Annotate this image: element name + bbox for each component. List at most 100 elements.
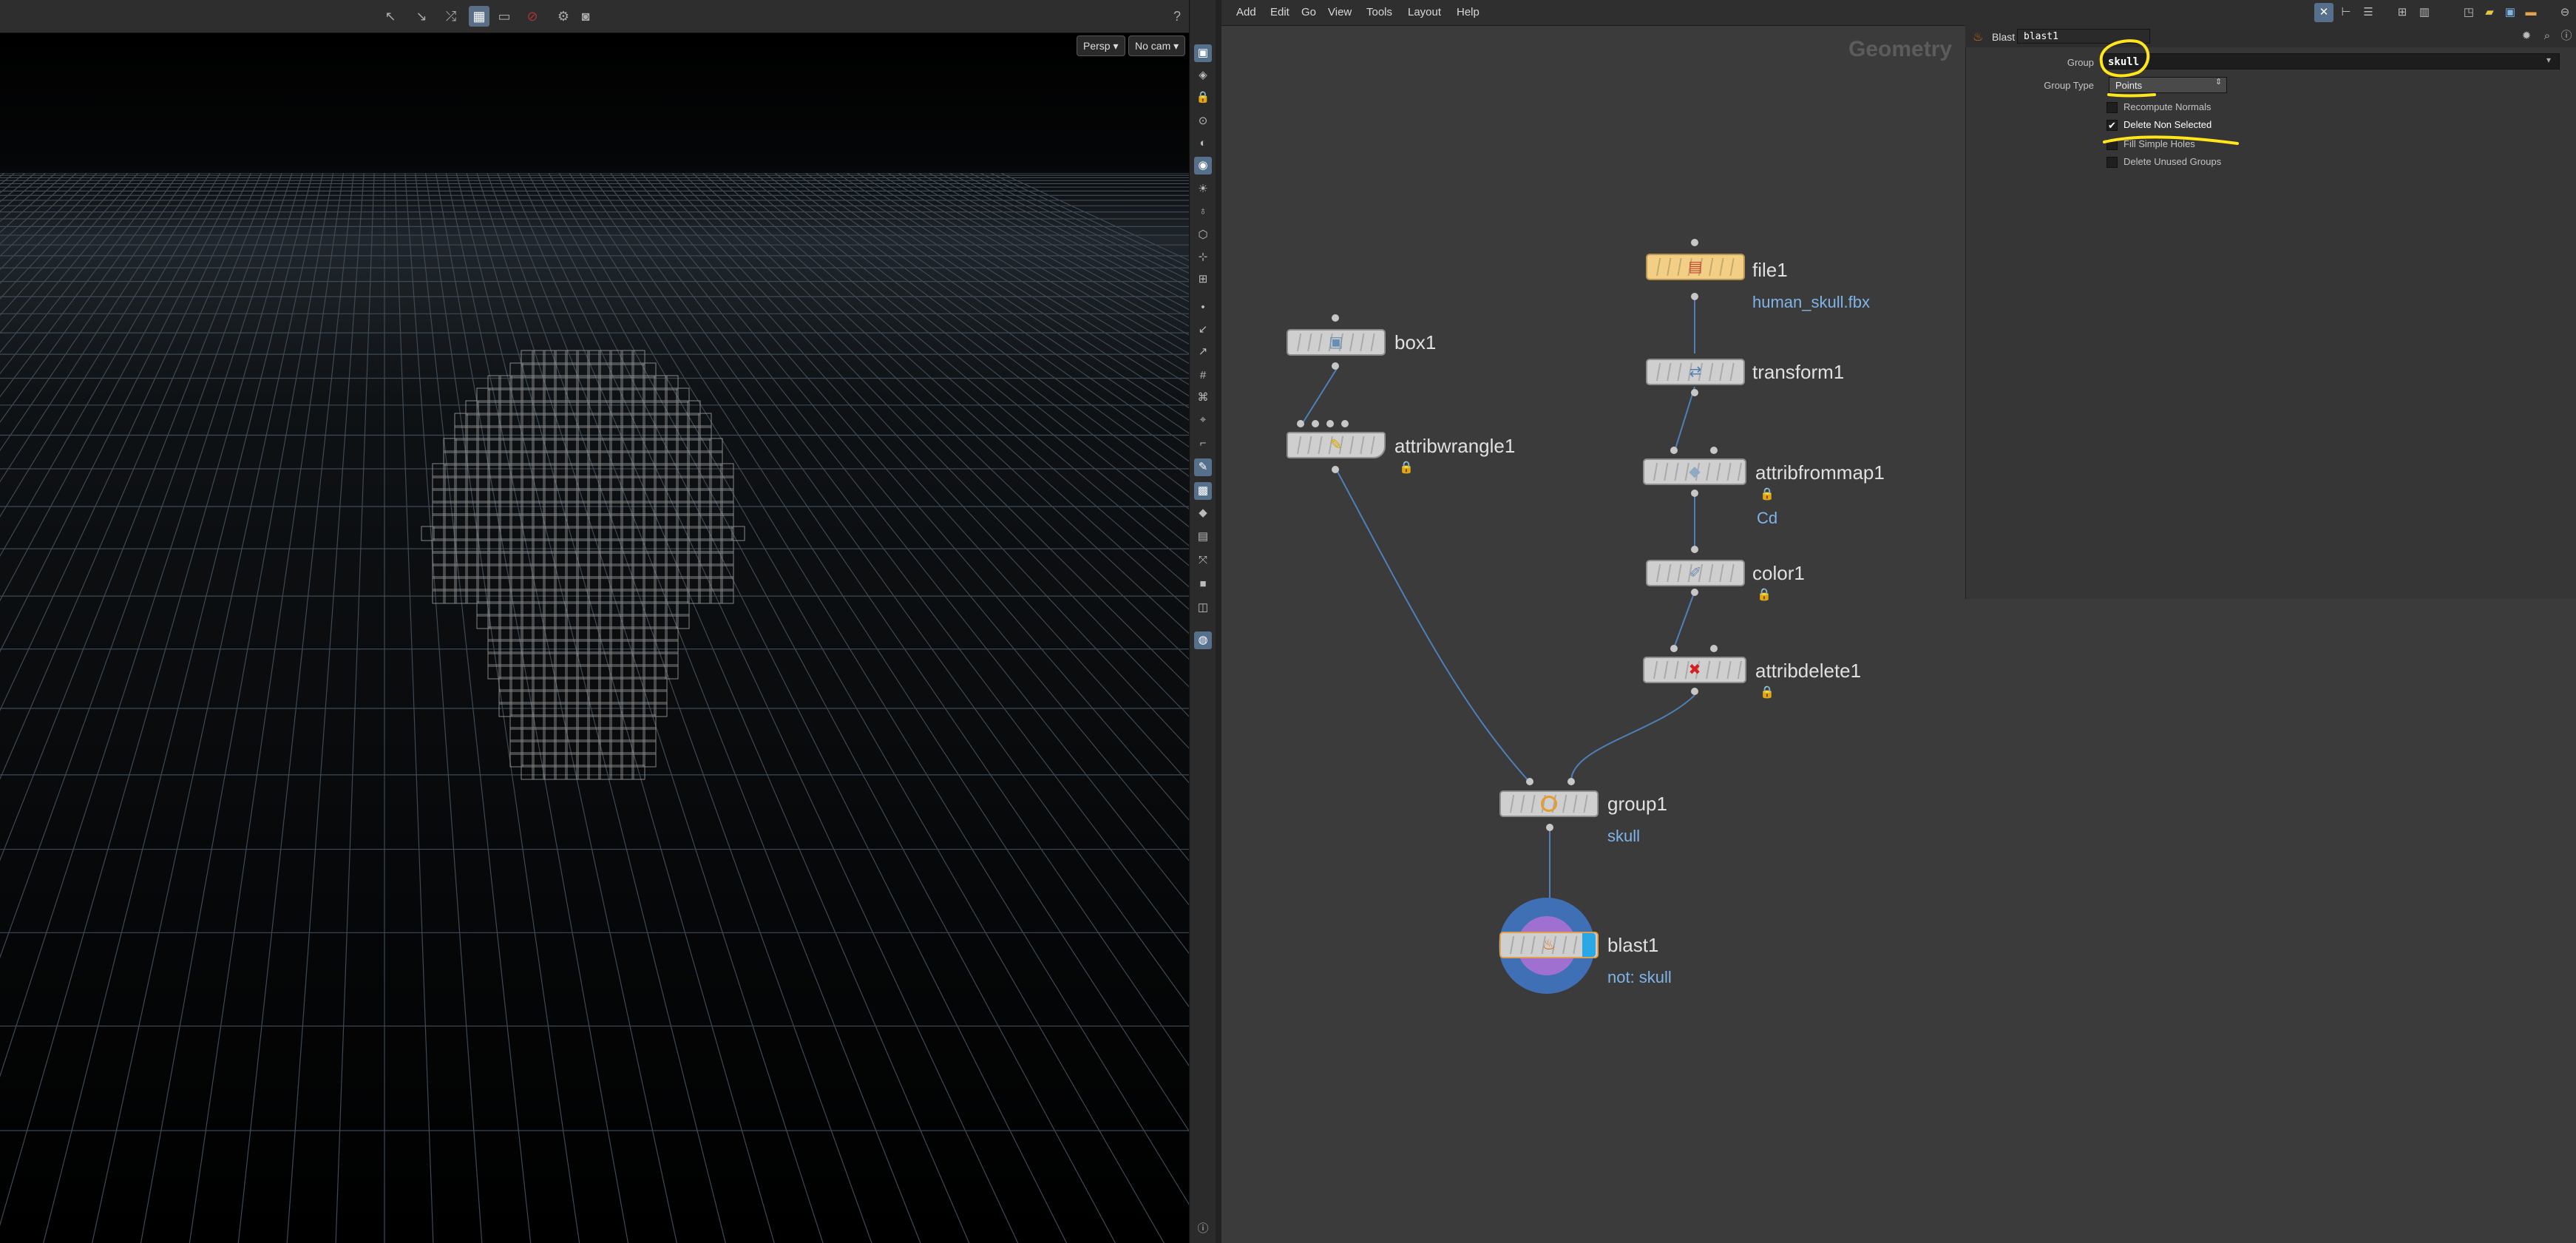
node-transform1[interactable]: ⇄ xyxy=(1646,359,1745,385)
ghost-icon[interactable]: ◉ xyxy=(1194,157,1212,175)
delete-unused-groups-checkbox[interactable] xyxy=(2106,157,2118,168)
input-port[interactable] xyxy=(1670,645,1678,652)
number-icon[interactable]: # xyxy=(1194,367,1212,385)
blast-icon: ♨ xyxy=(1973,31,1984,44)
window-icon[interactable]: ◳ xyxy=(2459,3,2478,22)
pane-splitter[interactable] xyxy=(1216,0,1221,1243)
snapshot-icon[interactable]: ◙ xyxy=(575,6,596,27)
output-port[interactable] xyxy=(1691,589,1698,596)
input-port[interactable] xyxy=(1691,546,1698,553)
lock-icon[interactable]: 🔒 xyxy=(1194,89,1212,106)
input-port[interactable] xyxy=(1332,314,1339,322)
input-port[interactable] xyxy=(1691,239,1698,246)
shader-ball-icon[interactable]: ◍ xyxy=(1194,631,1212,649)
tree-view-icon[interactable]: ⊢ xyxy=(2336,3,2356,22)
output-port[interactable] xyxy=(1691,688,1698,695)
transform-handle-icon[interactable]: ⤮ xyxy=(441,6,461,27)
input-port[interactable] xyxy=(1526,778,1533,785)
normal-icon[interactable]: ↙ xyxy=(1194,321,1212,339)
output-port[interactable] xyxy=(1691,490,1698,497)
note-icon[interactable]: ▰ xyxy=(2480,3,2499,22)
scene-viewport[interactable]: ↖ ↘ ⤮ ▦ ▭ ⊘ ⚙ ◙ ? Persp ▾ No cam ▾ xyxy=(0,0,1189,1243)
camera-icon[interactable]: ◈ xyxy=(1194,67,1212,84)
node-comment: not: skull xyxy=(1607,968,1672,986)
gear-icon[interactable]: ✹ xyxy=(2517,27,2536,46)
network-editor-right[interactable] xyxy=(1965,599,2576,1243)
viewport-toolbar: ↖ ↘ ⤮ ▦ ▭ ⊘ ⚙ ◙ ? xyxy=(0,0,1189,33)
output-port[interactable] xyxy=(1546,824,1553,831)
input-port[interactable] xyxy=(1297,420,1304,427)
output-port[interactable] xyxy=(1332,466,1339,473)
pin-icon[interactable]: ⊙ xyxy=(1194,112,1212,130)
image-icon[interactable]: ▣ xyxy=(2501,3,2520,22)
uv-icon[interactable]: ▤ xyxy=(1194,528,1212,546)
group-icon xyxy=(1538,794,1560,813)
bone-icon[interactable]: ⤧ xyxy=(1194,552,1212,569)
node-attribwrangle1[interactable]: ✎ xyxy=(1287,432,1386,458)
grid-view-icon[interactable]: ⊞ xyxy=(2393,3,2412,22)
output-port[interactable] xyxy=(1691,293,1698,300)
xray-icon[interactable]: ▩ xyxy=(1194,482,1212,500)
wrench-icon[interactable]: ✕ xyxy=(2314,3,2333,22)
search-icon[interactable]: ⌕ xyxy=(2538,27,2557,46)
display-flag[interactable] xyxy=(1582,933,1596,957)
guide-icon[interactable]: ⌖ xyxy=(1194,411,1212,429)
output-port[interactable] xyxy=(1332,362,1339,370)
grid-snap-icon[interactable]: ▦ xyxy=(469,6,489,27)
shading-icon[interactable]: ◐ xyxy=(1194,135,1212,152)
help-icon[interactable]: ⓘ xyxy=(2557,27,2576,46)
render-icon[interactable]: ◫ xyxy=(1194,599,1212,617)
node-box1[interactable]: ▣ xyxy=(1287,329,1386,356)
viewport-layout-icon[interactable]: ▣ xyxy=(1194,44,1212,62)
light-bulb-icon[interactable]: ♁ xyxy=(1194,203,1212,220)
node-attribfrommap1[interactable]: ◆ xyxy=(1643,458,1746,485)
list-view-icon[interactable]: ☰ xyxy=(2359,3,2378,22)
ruler-icon[interactable]: ⌐ xyxy=(1194,435,1212,453)
group-type-label: Group Type xyxy=(2044,80,2094,91)
dropdown-arrow-icon[interactable]: ▾ xyxy=(2546,55,2551,65)
wireframe-icon[interactable]: ✎ xyxy=(1194,458,1212,476)
input-port[interactable] xyxy=(1710,645,1718,652)
camera-icon[interactable]: ⚙ xyxy=(553,6,574,27)
node-color1[interactable]: ✐ xyxy=(1646,560,1745,586)
node-label: box1 xyxy=(1394,331,1437,353)
node-group1[interactable] xyxy=(1499,790,1599,817)
display-icon[interactable]: ▭ xyxy=(494,6,515,27)
settings-icon[interactable]: ⊖ xyxy=(2555,3,2575,22)
node-label: group1 xyxy=(1607,793,1667,815)
node-file1[interactable]: ▤ xyxy=(1646,254,1745,280)
snap-icon[interactable]: ⊹ xyxy=(1194,248,1212,266)
viewport-scene[interactable] xyxy=(0,33,1189,1243)
delete-icon: ✖ xyxy=(1688,662,1701,678)
columns-icon[interactable]: ▥ xyxy=(2415,3,2434,22)
template-icon[interactable]: ⌘ xyxy=(1194,389,1212,407)
background-icon[interactable]: ⊞ xyxy=(1194,271,1212,288)
folder-icon[interactable]: ▬ xyxy=(2521,3,2541,22)
input-port[interactable] xyxy=(1312,420,1319,427)
info-icon[interactable]: ⓘ xyxy=(1194,1220,1212,1238)
lock-icon: 🔒 xyxy=(1757,589,1772,601)
help-icon[interactable]: ? xyxy=(1167,6,1187,27)
select-arrow-icon[interactable]: ↖ xyxy=(380,6,401,27)
camera-dropdown[interactable]: No cam ▾ xyxy=(1128,35,1186,56)
geometry-icon[interactable]: ⬡ xyxy=(1194,226,1212,244)
color-icon: ✐ xyxy=(1689,565,1702,581)
output-port[interactable] xyxy=(1691,389,1698,396)
vector-icon[interactable]: ↗ xyxy=(1194,343,1212,361)
input-port[interactable] xyxy=(1567,778,1575,785)
input-port[interactable] xyxy=(1710,447,1718,454)
display-node-icon[interactable]: ◆ xyxy=(1194,504,1212,522)
lock-icon: 🔒 xyxy=(1760,488,1775,501)
input-port[interactable] xyxy=(1326,420,1334,427)
perspective-dropdown[interactable]: Persp ▾ xyxy=(1077,35,1125,56)
select-arrow-icon[interactable]: ↘ xyxy=(411,6,432,27)
point-icon[interactable]: • xyxy=(1194,299,1212,316)
input-port[interactable] xyxy=(1341,420,1349,427)
record-icon[interactable]: ⊘ xyxy=(522,6,543,27)
node-attribdelete1[interactable]: ✖ xyxy=(1643,657,1746,683)
input-port[interactable] xyxy=(1670,447,1678,454)
light-icon[interactable]: ☀ xyxy=(1194,180,1212,198)
node-label: attribfrommap1 xyxy=(1755,461,1885,484)
lock-icon: 🔒 xyxy=(1760,686,1775,699)
stop-icon[interactable]: ■ xyxy=(1194,575,1212,593)
